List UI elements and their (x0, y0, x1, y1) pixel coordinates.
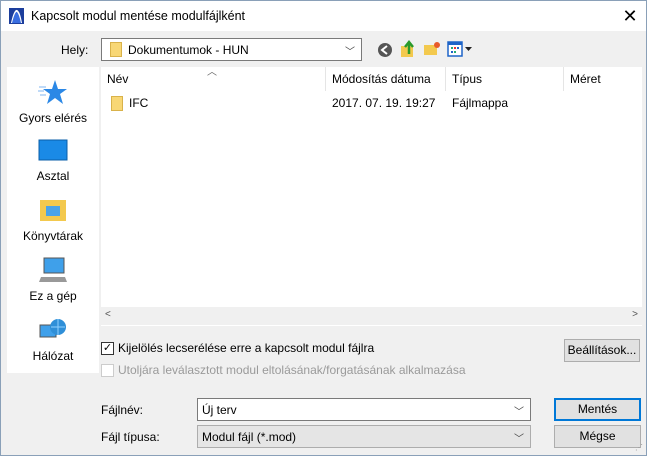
resize-grip-icon[interactable]: ⋰ (635, 443, 643, 452)
sidebar-item-label: Asztal (36, 169, 70, 183)
cancel-button[interactable]: Mégse (554, 425, 641, 448)
view-menu-button[interactable] (447, 41, 473, 57)
new-folder-icon[interactable] (423, 41, 441, 57)
filename-value: Új terv (202, 402, 237, 417)
filetype-select[interactable]: Modul fájl (*.mod) ﹀ (197, 425, 531, 448)
sidebar-item-desktop[interactable]: Asztal (7, 137, 99, 183)
apply-transform-label: Utoljára leválasztott modul eltolásának/… (118, 363, 466, 377)
column-header-type[interactable]: Típus (446, 67, 564, 91)
filetype-label: Fájl típusa: (101, 430, 160, 444)
dialog-title: Kapcsolt modul mentése modulfájlként (31, 9, 246, 23)
title-bar: Kapcsolt modul mentése modulfájlként ✕ (1, 1, 646, 31)
location-combo[interactable]: Dokumentumok - HUN ﹀ (101, 38, 362, 61)
star-icon (38, 80, 67, 104)
file-name: IFC (129, 96, 149, 110)
location-value: Dokumentumok - HUN (128, 42, 249, 57)
replace-selection-label: Kijelölés lecserélése erre a kapcsolt mo… (118, 341, 375, 355)
sidebar-item-label: Gyors elérés (18, 111, 88, 125)
replace-selection-checkbox[interactable]: ✓ Kijelölés lecserélése erre a kapcsolt … (101, 341, 374, 355)
places-sidebar: Gyors elérés Asztal Könyvtárak Ez a gép … (7, 67, 99, 373)
libraries-icon (40, 200, 66, 221)
column-header-date[interactable]: Módosítás dátuma (326, 67, 446, 91)
computer-icon (39, 257, 67, 282)
chevron-down-icon: ﹀ (345, 47, 355, 58)
column-header-size[interactable]: Méret (564, 67, 642, 91)
folder-icon (111, 95, 123, 111)
network-icon (39, 319, 66, 338)
sidebar-item-label: Hálózat (32, 349, 74, 363)
horizontal-scrollbar[interactable]: < > (101, 307, 642, 325)
file-date: 2017. 07. 19. 19:27 (332, 96, 436, 110)
column-header-name[interactable]: Név (101, 67, 326, 91)
filetype-value: Modul fájl (*.mod) (202, 429, 297, 444)
app-icon (9, 8, 24, 24)
sidebar-item-this-pc[interactable]: Ez a gép (7, 257, 99, 303)
apply-transform-checkbox: Utoljára leválasztott modul eltolásának/… (101, 363, 466, 377)
scroll-right-icon[interactable]: > (632, 309, 638, 320)
chevron-down-icon: ﹀ (514, 434, 524, 445)
filename-label: Fájlnév: (101, 403, 144, 417)
sidebar-item-quick-access[interactable]: Gyors elérés (7, 79, 99, 125)
checkbox-checked-icon: ✓ (101, 341, 114, 355)
file-type: Fájlmappa (452, 96, 509, 110)
back-icon[interactable] (377, 42, 393, 58)
view-icon (447, 41, 472, 57)
sidebar-item-network[interactable]: Hálózat (7, 317, 99, 363)
settings-button[interactable]: Beállítások... (564, 339, 640, 362)
file-list: ︿ Név Módosítás dátuma Típus Méret IFC 2… (101, 67, 642, 326)
desktop-icon (38, 139, 68, 161)
sidebar-item-label: Ez a gép (29, 289, 77, 303)
close-button[interactable]: ✕ (615, 3, 645, 29)
location-label: Hely: (61, 43, 89, 57)
file-size (564, 93, 570, 113)
filename-input[interactable]: Új terv ﹀ (197, 398, 531, 421)
scroll-left-icon[interactable]: < (105, 309, 111, 320)
chevron-down-icon[interactable]: ﹀ (514, 403, 524, 418)
sidebar-item-libraries[interactable]: Könyvtárak (7, 197, 99, 243)
save-dialog: Kapcsolt modul mentése modulfájlként ✕ H… (0, 0, 647, 456)
up-folder-icon[interactable] (400, 40, 416, 58)
save-button[interactable]: Mentés (554, 398, 641, 421)
folder-icon (110, 42, 122, 57)
checkbox-unchecked-icon (101, 363, 114, 377)
sidebar-item-label: Könyvtárak (22, 229, 84, 243)
